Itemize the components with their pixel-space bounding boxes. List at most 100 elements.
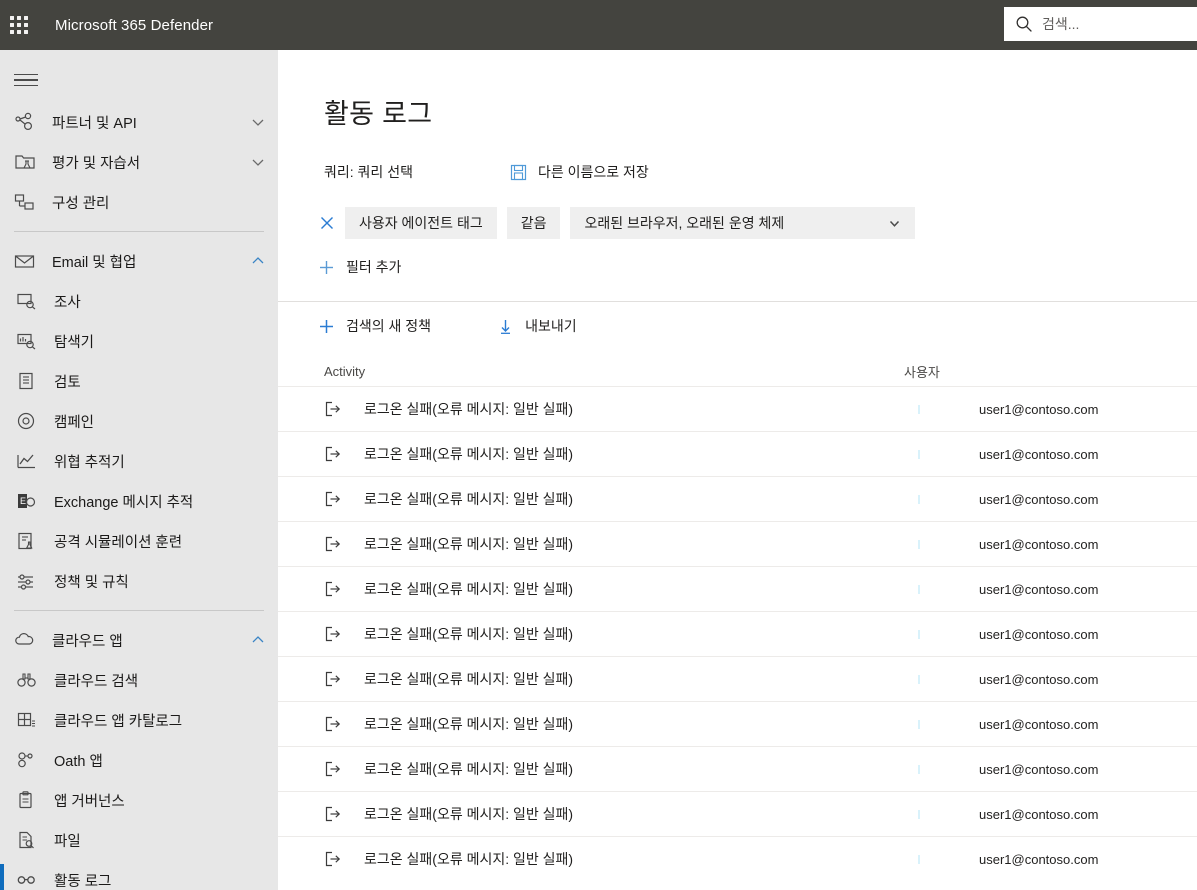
query-selector[interactable]: 쿼리: 쿼리 선택	[324, 162, 413, 182]
chevron-up-icon[interactable]	[250, 253, 266, 269]
table-row[interactable]: 로그온 실패(오류 메시지: 일반 실패) user1@contoso.com	[278, 836, 1197, 881]
mail-icon	[14, 250, 40, 272]
config-management-icon	[14, 191, 40, 213]
table-row[interactable]: 로그온 실패(오류 메시지: 일반 실패) user1@contoso.com	[278, 746, 1197, 791]
sidebar-item-configuration-management[interactable]: 구성 관리	[0, 182, 278, 222]
filter-field-pill[interactable]: 사용자 에이전트 태그	[345, 207, 497, 239]
query-row: 쿼리: 쿼리 선택 다른 이름으로 저장	[278, 131, 1197, 182]
sidebar-item-activity-log[interactable]: 활동 로그	[0, 860, 278, 890]
chevron-down-icon[interactable]	[888, 217, 901, 230]
sidebar-item-evaluation-tutorials[interactable]: 평가 및 자습서	[0, 142, 278, 182]
filter-operator-pill[interactable]: 같음	[506, 207, 561, 239]
top-navigation-bar: Microsoft 365 Defender	[0, 0, 1197, 50]
sidebar-item-cloud-apps[interactable]: 클라우드 앱	[0, 620, 278, 660]
filter-value-dropdown[interactable]: 오래된 브라우저, 오래된 운영 체제	[570, 207, 916, 239]
sidebar-item-cloud-discovery[interactable]: 클라우드 검색	[0, 660, 278, 700]
chevron-up-icon[interactable]	[250, 632, 266, 648]
sign-out-icon	[324, 805, 364, 823]
filter-row: 사용자 에이전트 태그 같음 오래된 브라우저, 오래된 운영 체제	[278, 182, 1197, 239]
sign-out-icon	[324, 625, 364, 643]
hamburger-menu-button[interactable]	[0, 58, 278, 102]
waffle-grid-icon	[10, 16, 28, 34]
table-row[interactable]: 로그온 실패(오류 메시지: 일반 실패) user1@contoso.com	[278, 566, 1197, 611]
sidebar-item-explorer[interactable]: 탐색기	[0, 321, 278, 361]
sidebar-item-label: 앱 거버넌스	[54, 793, 125, 810]
sidebar-item-app-governance[interactable]: 앱 거버넌스	[0, 780, 278, 820]
row-user: user1@contoso.com	[979, 491, 1099, 507]
app-launcher-button[interactable]	[0, 0, 38, 50]
sidebar-item-oauth-apps[interactable]: Oath 앱	[0, 740, 278, 780]
sidebar-item-review[interactable]: 검토	[0, 361, 278, 401]
save-floppy-icon	[510, 164, 527, 180]
chevron-down-icon[interactable]	[250, 154, 266, 170]
sidebar-item-investigation[interactable]: 조사	[0, 281, 278, 321]
close-x-icon[interactable]	[318, 214, 336, 232]
sidebar-item-label: Email 및 협업	[52, 254, 137, 271]
sidebar-item-files[interactable]: 파일	[0, 820, 278, 860]
row-activity: 로그온 실패(오류 메시지: 일반 실패)	[364, 806, 574, 822]
global-search-box[interactable]	[1004, 7, 1197, 41]
download-arrow-icon	[501, 319, 511, 334]
new-policy-button[interactable]: 검색의 새 정책	[318, 316, 431, 336]
sign-out-icon	[324, 535, 364, 553]
binoculars-icon	[16, 669, 42, 691]
sign-out-icon	[324, 760, 364, 778]
row-spacer	[904, 674, 979, 684]
table-row[interactable]: 로그온 실패(오류 메시지: 일반 실패) user1@contoso.com	[278, 611, 1197, 656]
sidebar-item-policies-rules[interactable]: 정책 및 규칙	[0, 561, 278, 601]
sign-out-icon	[324, 445, 364, 463]
sidebar-item-label: 파트너 및 API	[52, 115, 137, 132]
table-row[interactable]: 로그온 실패(오류 메시지: 일반 실패) user1@contoso.com	[278, 521, 1197, 566]
sidebar-item-cloud-app-catalog[interactable]: 클라우드 앱 카탈로그	[0, 700, 278, 740]
sidebar-item-email-collaboration[interactable]: Email 및 협업	[0, 241, 278, 281]
table-row[interactable]: 로그온 실패(오류 메시지: 일반 실패) user1@contoso.com	[278, 701, 1197, 746]
sidebar-item-label: 클라우드 검색	[54, 673, 139, 690]
policies-rules-icon	[16, 570, 42, 592]
row-spacer	[904, 584, 979, 594]
row-spacer	[904, 854, 979, 864]
table-row[interactable]: 로그온 실패(오류 메시지: 일반 실패) user1@contoso.com	[278, 476, 1197, 521]
table-row[interactable]: 로그온 실패(오류 메시지: 일반 실패) user1@contoso.com	[278, 431, 1197, 476]
exchange-icon: E	[16, 490, 42, 512]
clipboard-icon	[16, 789, 42, 811]
sidebar-item-campaign[interactable]: 캠페인	[0, 401, 278, 441]
explorer-icon	[16, 330, 42, 352]
threat-tracker-icon	[16, 450, 42, 472]
command-bar: 검색의 새 정책 내보내기	[278, 302, 1197, 336]
search-icon	[1016, 16, 1032, 32]
row-user: user1@contoso.com	[979, 851, 1099, 867]
row-activity: 로그온 실패(오류 메시지: 일반 실패)	[364, 536, 574, 552]
table-row[interactable]: 로그온 실패(오류 메시지: 일반 실패) user1@contoso.com	[278, 656, 1197, 701]
row-user: user1@contoso.com	[979, 581, 1099, 597]
plus-icon	[320, 319, 333, 333]
file-search-icon	[16, 829, 42, 851]
investigation-icon	[16, 290, 42, 312]
search-input[interactable]	[1042, 16, 1187, 32]
sidebar-item-threat-tracker[interactable]: 위협 추적기	[0, 441, 278, 481]
sidebar-item-exchange-message-trace[interactable]: E Exchange 메시지 추적	[0, 481, 278, 521]
catalog-grid-icon	[16, 709, 42, 731]
sidebar-item-attack-simulation-training[interactable]: 공격 시뮬레이션 훈련	[0, 521, 278, 561]
column-header-user[interactable]: 사용자	[904, 362, 1164, 381]
row-user: user1@contoso.com	[979, 761, 1099, 777]
table-row[interactable]: 로그온 실패(오류 메시지: 일반 실패) user1@contoso.com	[278, 386, 1197, 431]
filter-value-text: 오래된 브라우저, 오래된 운영 체제	[584, 215, 785, 231]
add-filter-button[interactable]: 필터 추가	[278, 239, 1197, 277]
brand-title: Microsoft 365 Defender	[55, 16, 214, 34]
sidebar-item-partners-api[interactable]: 파트너 및 API	[0, 102, 278, 142]
sidebar-item-label: 캠페인	[54, 414, 95, 431]
campaign-icon	[16, 410, 42, 432]
attack-simulation-icon	[16, 530, 42, 552]
chevron-down-icon[interactable]	[250, 114, 266, 130]
sign-out-icon	[324, 715, 364, 733]
column-header-activity[interactable]: Activity	[324, 364, 904, 379]
sidebar-item-label: 파일	[54, 833, 81, 850]
row-user: user1@contoso.com	[979, 626, 1099, 642]
row-user: user1@contoso.com	[979, 806, 1099, 822]
row-activity: 로그온 실패(오류 메시지: 일반 실패)	[364, 851, 574, 867]
save-as-button[interactable]: 다른 이름으로 저장	[510, 162, 649, 182]
table-row[interactable]: 로그온 실패(오류 메시지: 일반 실패) user1@contoso.com	[278, 791, 1197, 836]
export-button[interactable]: 내보내기	[497, 316, 577, 336]
row-activity: 로그온 실패(오류 메시지: 일반 실패)	[364, 446, 574, 462]
plus-icon	[320, 260, 333, 274]
